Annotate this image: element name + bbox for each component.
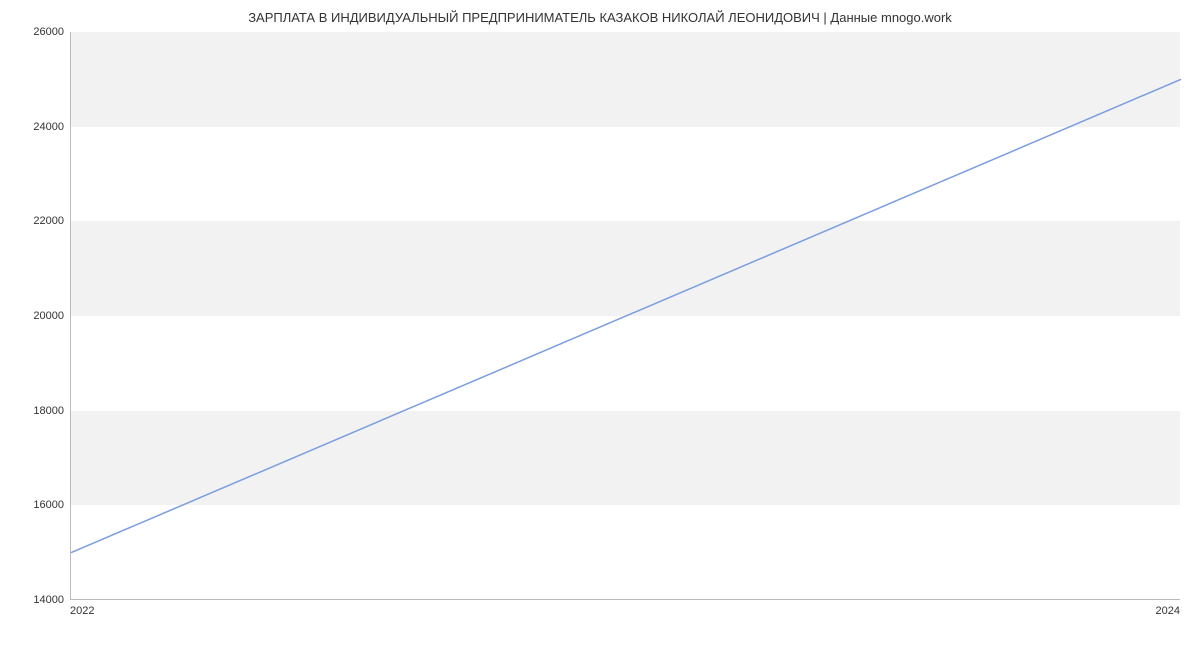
plot-area — [70, 32, 1180, 600]
x-tick-label: 2024 — [1156, 605, 1180, 617]
chart-title: ЗАРПЛАТА В ИНДИВИДУАЛЬНЫЙ ПРЕДПРИНИМАТЕЛ… — [0, 10, 1200, 25]
y-tick-label: 24000 — [4, 121, 64, 133]
y-tick-label: 22000 — [4, 215, 64, 227]
y-tick-label: 20000 — [4, 310, 64, 322]
y-tick-label: 26000 — [4, 26, 64, 38]
y-tick-label: 16000 — [4, 499, 64, 511]
y-tick-label: 14000 — [4, 594, 64, 606]
line-series — [71, 32, 1180, 599]
y-tick-label: 18000 — [4, 405, 64, 417]
x-tick-label: 2022 — [70, 605, 94, 617]
